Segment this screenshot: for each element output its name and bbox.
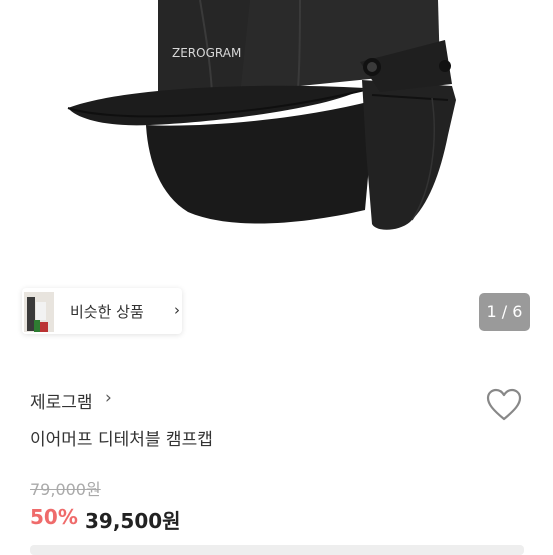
image-counter: 1 / 6 bbox=[479, 293, 530, 331]
zerogram-logo: ZEROGRAM bbox=[172, 46, 241, 60]
cap-illustration: ZEROGRAM bbox=[67, 0, 456, 230]
chevron-right-icon: › bbox=[174, 301, 180, 319]
similar-products-label: 비슷한 상품 bbox=[70, 303, 144, 321]
coupon-banner[interactable] bbox=[30, 545, 524, 555]
brand-link[interactable]: 제로그램 bbox=[30, 388, 93, 413]
original-price: 79,000원 bbox=[30, 480, 101, 499]
heart-outline-icon bbox=[486, 388, 522, 421]
product-image[interactable]: ZEROGRAM bbox=[0, 0, 553, 280]
brand-chevron-icon: › bbox=[105, 388, 112, 408]
similar-product-thumbnail bbox=[24, 292, 54, 332]
sale-price: 39,500원 bbox=[85, 509, 181, 533]
similar-products-button[interactable]: 비슷한 상품 › bbox=[22, 288, 182, 334]
product-name: 이어머프 디테처블 캠프캡 bbox=[30, 430, 213, 450]
discount-rate: 50% bbox=[30, 505, 78, 529]
wishlist-button[interactable] bbox=[485, 387, 523, 423]
